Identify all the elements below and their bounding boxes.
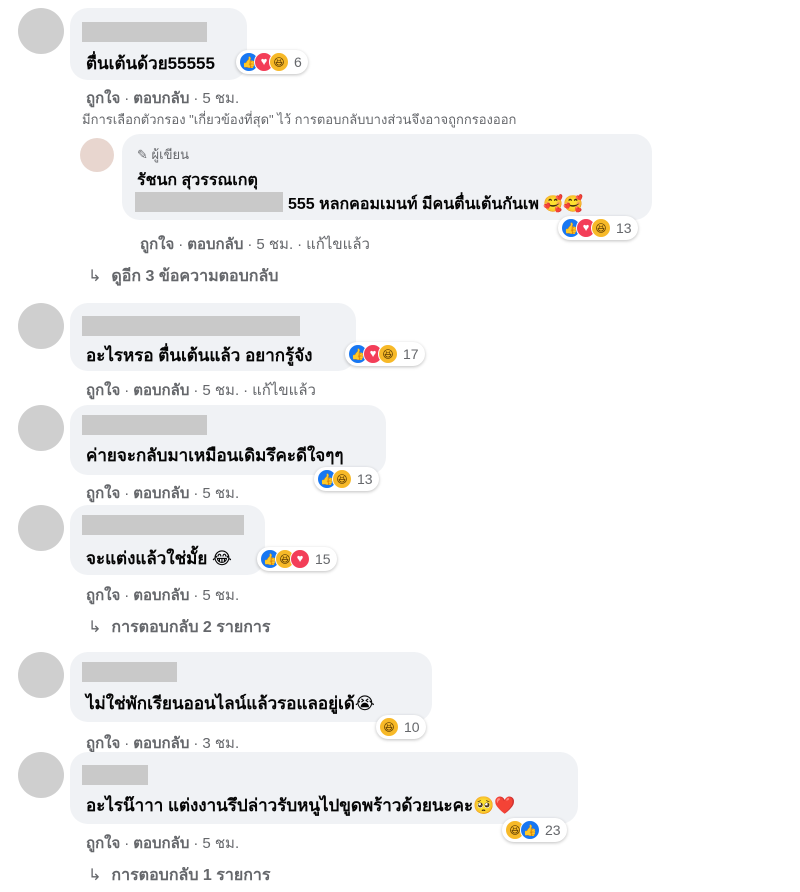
author-name[interactable]: รัชนก สุวรรณเกตุ bbox=[137, 168, 258, 193]
comment-text: จะแต่งแล้วใช่มั้ย 😂 bbox=[86, 549, 232, 568]
like-button[interactable]: ถูกใจ bbox=[86, 735, 120, 752]
commenter-name-redacted[interactable] bbox=[82, 415, 207, 435]
pencil-icon: ✎ bbox=[137, 147, 148, 162]
comment-actions: ถูกใจ · ตอบกลับ · 5 ชม. · แก้ไขแล้ว bbox=[86, 382, 316, 399]
comment-text: อะไรหรอ ตื่นเต้นแล้ว อยากรู้จัง bbox=[86, 346, 313, 365]
comment-actions: ถูกใจ · ตอบกลับ · 5 ชม. bbox=[86, 90, 240, 107]
timestamp[interactable]: 5 ชม. bbox=[202, 835, 239, 852]
reply-actions: ถูกใจ · ตอบกลับ · 5 ชม. · แก้ไขแล้ว bbox=[140, 236, 370, 253]
avatar[interactable] bbox=[18, 303, 64, 349]
reaction-summary[interactable]: 😆 10 bbox=[376, 715, 426, 739]
reply-button[interactable]: ตอบกลับ bbox=[133, 835, 189, 852]
like-button[interactable]: ถูกใจ bbox=[86, 382, 120, 399]
reply-button[interactable]: ตอบกลับ bbox=[187, 236, 243, 253]
reaction-count: 6 bbox=[294, 54, 302, 70]
edited-label: แก้ไขแล้ว bbox=[306, 236, 370, 253]
comment-text: อะไรน๊าาา แต่งงานรึปล่าวรับหนูไปขูดพร้าว… bbox=[86, 796, 516, 815]
like-button[interactable]: ถูกใจ bbox=[86, 835, 120, 852]
timestamp[interactable]: 3 ชม. bbox=[202, 735, 239, 752]
haha-icon: 😆 bbox=[378, 344, 398, 364]
reaction-summary[interactable]: 👍 ♥ 😆 6 bbox=[236, 50, 308, 74]
like-button[interactable]: ถูกใจ bbox=[86, 485, 120, 502]
comment-text: ตื่นเต้นด้วย55555 bbox=[86, 54, 215, 73]
reply-arrow-icon: ↳ bbox=[88, 619, 102, 636]
comment-actions: ถูกใจ · ตอบกลับ · 5 ชม. bbox=[86, 485, 240, 502]
like-button[interactable]: ถูกใจ bbox=[86, 587, 120, 604]
avatar[interactable] bbox=[18, 652, 64, 698]
reaction-summary[interactable]: 😆 👍 23 bbox=[502, 818, 567, 842]
view-replies-label: การตอบกลับ 1 รายการ bbox=[111, 867, 271, 884]
reaction-count: 23 bbox=[545, 822, 561, 838]
edited-label: แก้ไขแล้ว bbox=[252, 382, 316, 399]
reply-button[interactable]: ตอบกลับ bbox=[133, 485, 189, 502]
view-more-replies-link[interactable]: ↳ ดูอีก 3 ข้อความตอบกลับ bbox=[88, 264, 278, 289]
commenter-name-redacted[interactable] bbox=[82, 515, 244, 535]
commenter-name-redacted[interactable] bbox=[82, 662, 177, 682]
reply-button[interactable]: ตอบกลับ bbox=[133, 735, 189, 752]
love-icon: ♥ bbox=[290, 549, 310, 569]
author-badge: ✎ ผู้เขียน bbox=[137, 144, 189, 165]
haha-icon: 😆 bbox=[591, 218, 611, 238]
commenter-name-redacted[interactable] bbox=[82, 22, 207, 42]
avatar[interactable] bbox=[18, 405, 64, 451]
like-button[interactable]: ถูกใจ bbox=[140, 236, 174, 253]
timestamp[interactable]: 5 ชม. bbox=[202, 587, 239, 604]
reaction-summary[interactable]: 👍 😆 13 bbox=[314, 467, 379, 491]
reaction-count: 17 bbox=[403, 346, 419, 362]
avatar[interactable] bbox=[18, 752, 64, 798]
author-badge-label: ผู้เขียน bbox=[151, 147, 189, 162]
like-button[interactable]: ถูกใจ bbox=[86, 90, 120, 107]
reaction-summary[interactable]: 👍 ♥ 😆 13 bbox=[558, 216, 638, 240]
timestamp[interactable]: 5 ชม. bbox=[202, 485, 239, 502]
reply-button[interactable]: ตอบกลับ bbox=[133, 382, 189, 399]
avatar[interactable] bbox=[18, 8, 64, 54]
author-reply-text: 555 หลกคอมเมนท์ มีคนตื่นเต้นกันเพ 🥰🥰 bbox=[288, 196, 584, 213]
comment-actions: ถูกใจ · ตอบกลับ · 5 ชม. bbox=[86, 587, 240, 604]
tagged-name-redacted[interactable] bbox=[135, 192, 283, 212]
comment-actions: ถูกใจ · ตอบกลับ · 5 ชม. bbox=[86, 835, 240, 852]
author-avatar[interactable] bbox=[80, 138, 114, 172]
view-replies-link[interactable]: ↳ การตอบกลับ 1 รายการ bbox=[88, 863, 270, 888]
reaction-summary[interactable]: 👍 😆 ♥ 15 bbox=[257, 547, 337, 571]
avatar[interactable] bbox=[18, 505, 64, 551]
commenter-name-redacted[interactable] bbox=[82, 316, 300, 336]
commenter-name-redacted[interactable] bbox=[82, 765, 148, 785]
reaction-count: 15 bbox=[315, 551, 331, 567]
reaction-count: 13 bbox=[357, 471, 373, 487]
reply-button[interactable]: ตอบกลับ bbox=[133, 90, 189, 107]
reply-arrow-icon: ↳ bbox=[88, 268, 102, 285]
timestamp[interactable]: 5 ชม. bbox=[202, 90, 239, 107]
filter-note: มีการเลือกตัวกรอง "เกี่ยวข้องที่สุด" ไว้… bbox=[82, 112, 517, 127]
timestamp[interactable]: 5 ชม. bbox=[256, 236, 293, 253]
reaction-count: 10 bbox=[404, 719, 420, 735]
comment-text: ไม่ใช่พักเรียนออนไลน์แล้วรอแลอยู่เด้😭 bbox=[86, 694, 375, 713]
view-more-label: ดูอีก 3 ข้อความตอบกลับ bbox=[111, 268, 279, 285]
haha-icon: 😆 bbox=[379, 717, 399, 737]
reaction-summary[interactable]: 👍 ♥ 😆 17 bbox=[345, 342, 425, 366]
view-replies-link[interactable]: ↳ การตอบกลับ 2 รายการ bbox=[88, 615, 270, 640]
haha-icon: 😆 bbox=[332, 469, 352, 489]
haha-icon: 😆 bbox=[269, 52, 289, 72]
reaction-count: 13 bbox=[616, 220, 632, 236]
timestamp[interactable]: 5 ชม. bbox=[202, 382, 239, 399]
reply-button[interactable]: ตอบกลับ bbox=[133, 587, 189, 604]
comment-text: ค่ายจะกลับมาเหมือนเดิมรึคะดีใจๆๆ bbox=[86, 446, 344, 465]
view-replies-label: การตอบกลับ 2 รายการ bbox=[111, 619, 271, 636]
reply-arrow-icon: ↳ bbox=[88, 867, 102, 884]
like-icon: 👍 bbox=[520, 820, 540, 840]
